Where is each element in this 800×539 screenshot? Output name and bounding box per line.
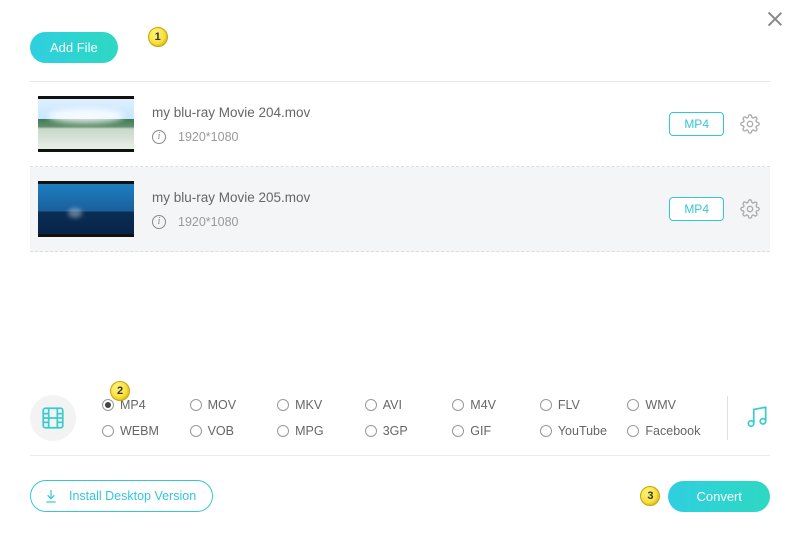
format-radio-mov[interactable]: MOV bbox=[190, 398, 274, 412]
radio-dot-icon bbox=[452, 399, 464, 411]
radio-dot-icon bbox=[190, 425, 202, 437]
format-radio-label: M4V bbox=[470, 398, 496, 412]
convert-button[interactable]: Convert bbox=[668, 481, 770, 512]
radio-dot-icon bbox=[277, 399, 289, 411]
format-radio-m4v[interactable]: M4V bbox=[452, 398, 536, 412]
toolbar: Add File 1 bbox=[30, 12, 770, 82]
output-format-chip[interactable]: MP4 bbox=[669, 112, 724, 136]
format-radio-avi[interactable]: AVI bbox=[365, 398, 449, 412]
radio-dot-icon bbox=[627, 399, 639, 411]
radio-dot-icon bbox=[540, 425, 552, 437]
format-radio-vob[interactable]: VOB bbox=[190, 424, 274, 438]
radio-dot-icon bbox=[277, 425, 289, 437]
info-icon[interactable]: i bbox=[152, 215, 166, 229]
add-file-button[interactable]: Add File bbox=[30, 32, 118, 63]
radio-dot-icon bbox=[102, 425, 114, 437]
download-icon bbox=[43, 488, 59, 504]
install-desktop-button[interactable]: Install Desktop Version bbox=[30, 480, 213, 512]
divider bbox=[727, 396, 728, 440]
gear-icon[interactable] bbox=[740, 114, 760, 134]
file-row[interactable]: my blu-ray Movie 204.mov i 1920*1080 MP4 bbox=[30, 82, 770, 167]
format-radio-mkv[interactable]: MKV bbox=[277, 398, 361, 412]
video-thumbnail[interactable] bbox=[38, 96, 134, 152]
format-radio-label: AVI bbox=[383, 398, 402, 412]
video-thumbnail[interactable] bbox=[38, 181, 134, 237]
step-badge-2: 2 bbox=[110, 381, 130, 401]
step-badge-1: 1 bbox=[148, 27, 168, 47]
radio-dot-icon bbox=[627, 425, 639, 437]
format-radio-label: VOB bbox=[208, 424, 234, 438]
format-radio-label: WMV bbox=[645, 398, 676, 412]
step-badge-3: 3 bbox=[640, 486, 660, 506]
format-radio-mp4[interactable]: MP4 bbox=[102, 398, 186, 412]
close-icon[interactable] bbox=[766, 10, 784, 28]
video-category-icon[interactable] bbox=[30, 395, 76, 441]
radio-dot-icon bbox=[190, 399, 202, 411]
format-radio-mpg[interactable]: MPG bbox=[277, 424, 361, 438]
file-list: my blu-ray Movie 204.mov i 1920*1080 MP4… bbox=[30, 82, 770, 252]
format-radio-facebook[interactable]: Facebook bbox=[627, 424, 711, 438]
format-radio-label: MPG bbox=[295, 424, 323, 438]
format-radio-label: 3GP bbox=[383, 424, 408, 438]
format-radio-webm[interactable]: WEBM bbox=[102, 424, 186, 438]
format-radio-label: Facebook bbox=[645, 424, 700, 438]
format-radio-label: MKV bbox=[295, 398, 322, 412]
format-radio-label: WEBM bbox=[120, 424, 159, 438]
format-radio-wmv[interactable]: WMV bbox=[627, 398, 711, 412]
info-icon[interactable]: i bbox=[152, 130, 166, 144]
format-panel: 2 MP4MOVMKVAVIM4VFLVWMVWEBMVOBMPG3GPGIFY… bbox=[30, 395, 770, 456]
gear-icon[interactable] bbox=[740, 199, 760, 219]
file-row[interactable]: my blu-ray Movie 205.mov i 1920*1080 MP4 bbox=[30, 167, 770, 252]
format-radio-label: MOV bbox=[208, 398, 236, 412]
radio-dot-icon bbox=[102, 399, 114, 411]
radio-dot-icon bbox=[365, 425, 377, 437]
radio-dot-icon bbox=[540, 399, 552, 411]
audio-category-icon[interactable] bbox=[744, 404, 770, 433]
file-name: my blu-ray Movie 205.mov bbox=[152, 190, 669, 205]
format-radio-flv[interactable]: FLV bbox=[540, 398, 624, 412]
output-format-chip[interactable]: MP4 bbox=[669, 197, 724, 221]
format-radio-label: GIF bbox=[470, 424, 491, 438]
format-radio-label: FLV bbox=[558, 398, 580, 412]
install-desktop-label: Install Desktop Version bbox=[69, 489, 196, 503]
format-radio-label: YouTube bbox=[558, 424, 607, 438]
format-radio-gif[interactable]: GIF bbox=[452, 424, 536, 438]
radio-dot-icon bbox=[452, 425, 464, 437]
file-resolution: 1920*1080 bbox=[178, 130, 238, 144]
file-resolution: 1920*1080 bbox=[178, 215, 238, 229]
format-radio-3gp[interactable]: 3GP bbox=[365, 424, 449, 438]
format-radio-youtube[interactable]: YouTube bbox=[540, 424, 624, 438]
file-name: my blu-ray Movie 204.mov bbox=[152, 105, 669, 120]
radio-dot-icon bbox=[365, 399, 377, 411]
